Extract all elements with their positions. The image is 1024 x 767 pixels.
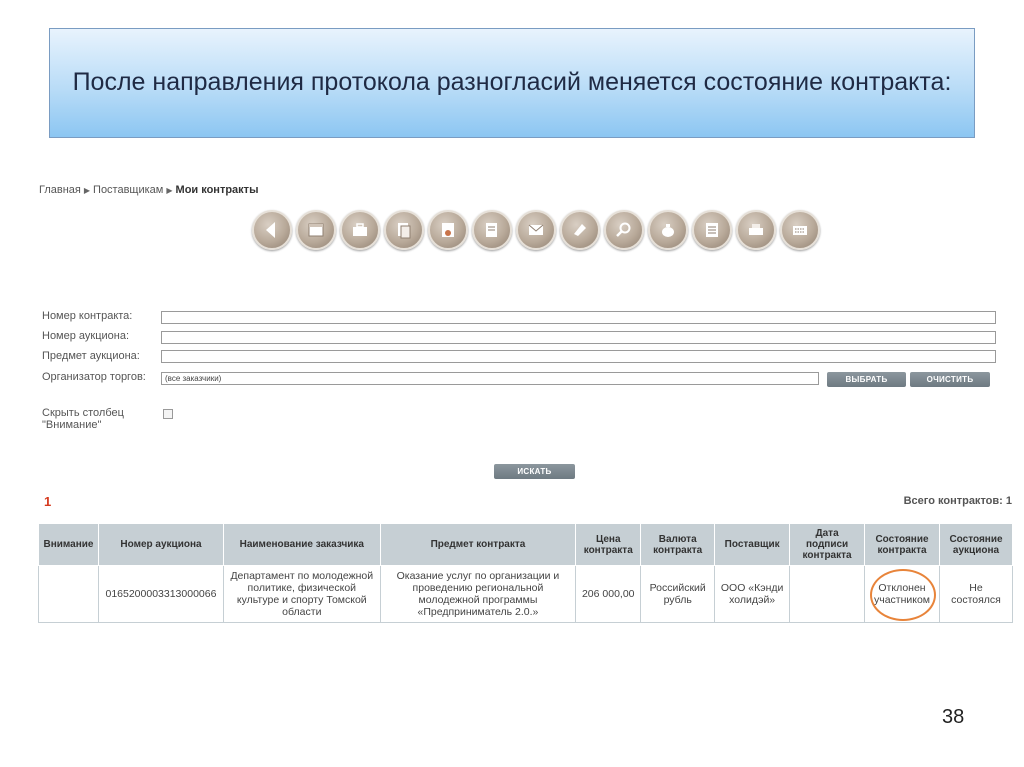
briefcase-icon[interactable]: [340, 210, 380, 250]
cell-auction-status: Не состоялся: [938, 565, 1014, 623]
cell-auction-number[interactable]: 0165200003313000066: [97, 565, 224, 623]
auction-number-input[interactable]: [161, 331, 996, 344]
column-header[interactable]: Валюта контракта: [640, 523, 716, 566]
auction-number-label: Номер аукциона:: [42, 330, 130, 342]
breadcrumb: Главная ▶ Поставщикам ▶ Мои контракты: [39, 184, 258, 196]
money-bag-icon[interactable]: [648, 210, 688, 250]
breadcrumb-separator-icon: ▶: [166, 186, 173, 195]
documents-icon[interactable]: [384, 210, 424, 250]
breadcrumb-current: Мои контракты: [175, 184, 259, 196]
cell-signing-date: [789, 565, 866, 623]
slide-page-number: 38: [942, 706, 965, 728]
files-icon[interactable]: [472, 210, 512, 250]
total-contracts: Всего контрактов: 1: [903, 495, 1012, 507]
hide-column-checkbox[interactable]: [163, 409, 173, 419]
column-header[interactable]: Номер аукциона: [97, 523, 224, 566]
slide-title-box: После направления протокола разногласий …: [49, 28, 975, 138]
search-button[interactable]: ИСКАТЬ: [494, 464, 575, 479]
auction-subject-input[interactable]: [161, 350, 996, 363]
mail-icon[interactable]: [516, 210, 556, 250]
select-button[interactable]: ВЫБРАТЬ: [827, 372, 906, 387]
column-header[interactable]: Состояние контракта: [864, 523, 940, 566]
auction-subject-label: Предмет аукциона:: [42, 350, 140, 362]
cell-contract-currency: Российский рубль: [640, 565, 716, 623]
cell-supplier: ООО «Кэнди холидэй»: [714, 565, 791, 623]
column-header[interactable]: Цена контракта: [575, 523, 642, 566]
clear-button[interactable]: ОЧИСТИТЬ: [910, 372, 990, 387]
window-icon[interactable]: [296, 210, 336, 250]
certificate-icon[interactable]: [428, 210, 468, 250]
cell-contract-price: 206 000,00: [575, 565, 642, 623]
contract-number-label: Номер контракта:: [42, 310, 133, 322]
contract-number-input[interactable]: [161, 311, 996, 324]
column-header[interactable]: Дата подписи контракта: [789, 523, 866, 566]
pagination-current-page[interactable]: 1: [44, 494, 51, 509]
breadcrumb-separator-icon: ▶: [83, 186, 91, 195]
toolbar: [252, 210, 820, 252]
column-header[interactable]: Поставщик: [714, 523, 791, 566]
hide-column-label-line2: "Внимание": [42, 419, 102, 431]
breadcrumb-home[interactable]: Главная: [39, 184, 81, 196]
cell-contract-status: Отклонен участником: [864, 565, 940, 623]
column-header[interactable]: Предмет контракта: [379, 523, 577, 566]
hide-column-label-line1: Скрыть столбец: [42, 407, 124, 419]
column-header[interactable]: Наименование заказчика: [222, 523, 381, 566]
organizer-label: Организатор торгов:: [42, 371, 146, 383]
column-header[interactable]: Состояние аукциона: [938, 523, 1014, 566]
slide-title: После направления протокола разногласий …: [72, 68, 952, 97]
column-header[interactable]: Внимание: [38, 523, 99, 566]
table-row[interactable]: 0165200003313000066 Департамент по молод…: [38, 565, 1014, 623]
cell-customer-name: Департамент по молодежной политике, физи…: [222, 565, 381, 623]
highlight-circle: [870, 569, 937, 621]
hide-column-label: Скрыть столбец "Внимание": [42, 407, 124, 431]
back-arrow-icon[interactable]: [252, 210, 292, 250]
list-icon[interactable]: [692, 210, 732, 250]
organizer-input[interactable]: (все заказчики): [161, 372, 819, 385]
search-icon[interactable]: [604, 210, 644, 250]
printer-icon[interactable]: [736, 210, 776, 250]
cell-contract-subject: Оказание услуг по организации и проведен…: [379, 565, 577, 623]
keyboard-icon[interactable]: [780, 210, 820, 250]
table-header-row: Внимание Номер аукциона Наименование зак…: [38, 523, 1014, 566]
cell-attention: [38, 565, 99, 623]
contracts-table: Внимание Номер аукциона Наименование зак…: [38, 523, 1014, 623]
breadcrumb-suppliers[interactable]: Поставщикам: [93, 184, 163, 196]
tag-icon[interactable]: [560, 210, 600, 250]
